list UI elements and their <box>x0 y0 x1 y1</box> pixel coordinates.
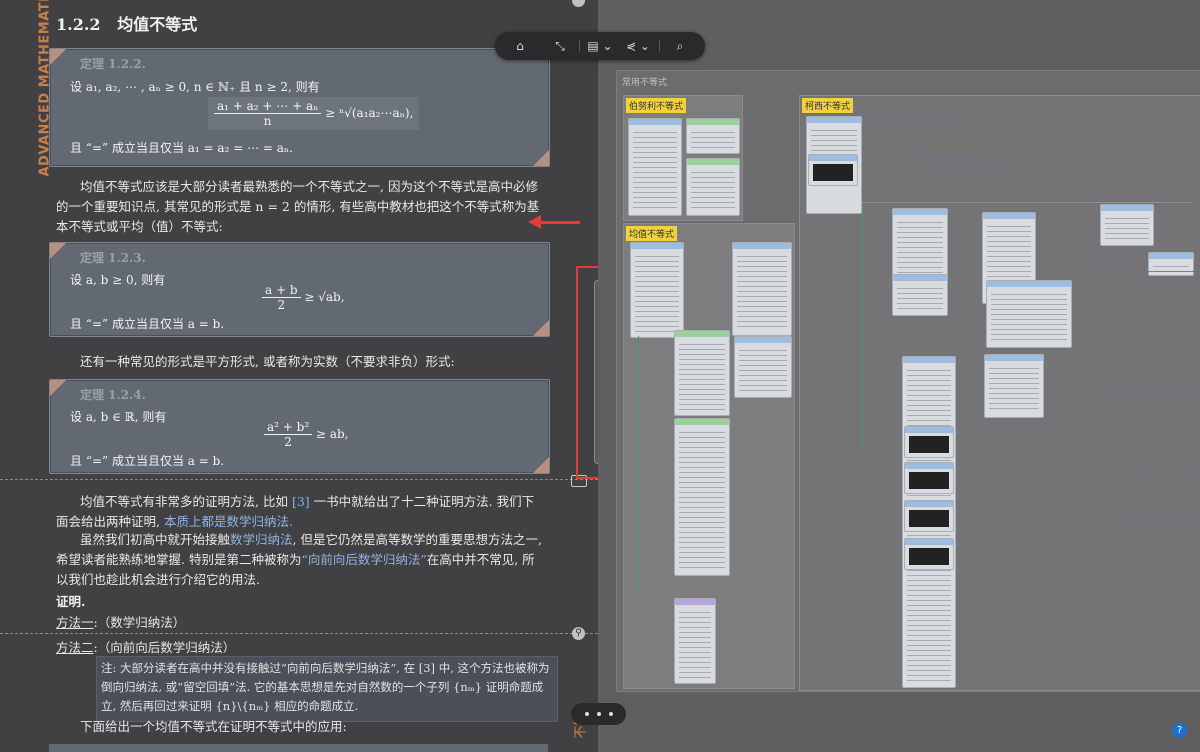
theorem-equality: 且 “=” 成立当且仅当 a₁ = a₂ = ⋯ = aₙ. <box>70 141 293 155</box>
search-icon[interactable]: ⌕ <box>671 37 689 55</box>
citation-link[interactable]: [3] <box>292 494 310 509</box>
theorem-equality: 且 “=” 成立当且仅当 a = b. <box>70 454 225 468</box>
sketch-line <box>877 125 947 126</box>
document-menu-icon[interactable]: ▤ ⌄ <box>587 37 613 55</box>
theorem-equality: 且 “=” 成立当且仅当 a = b. <box>70 317 225 331</box>
note-card[interactable] <box>986 280 1072 348</box>
group-tag: 均值不等式 <box>626 226 678 241</box>
group-tag: 伯努利不等式 <box>626 98 687 113</box>
paragraph: 均值不等式应该是大部分读者最熟悉的一个不等式之一, 因为这个不等式是高中必修的一… <box>56 179 540 234</box>
theorem-box[interactable]: 定理 1.2.2. 设 a₁, a₂, ⋯ , aₙ ≥ 0, n ∈ ℕ₊ 且… <box>49 48 550 167</box>
corner-marker <box>533 150 549 166</box>
corner-marker <box>533 320 549 336</box>
sketch-line <box>917 147 977 148</box>
paragraph: 均值不等式有非常多的证明方法, 比如 [3] 一书中就给出了十二种证明方法. 我… <box>56 494 535 529</box>
note-card[interactable] <box>984 354 1044 418</box>
video-card[interactable] <box>904 426 954 458</box>
theorem-formula: a² + b² 2 ≥ ab, <box>264 420 349 449</box>
note-card[interactable] <box>674 330 730 416</box>
note-card[interactable] <box>686 118 740 154</box>
corner-marker <box>50 49 66 65</box>
corner-marker <box>533 457 549 473</box>
paragraph: 还有一种常见的形式是平方形式, 或者称为实数（不要求非负）形式: <box>80 354 455 369</box>
dot-icon <box>585 712 589 716</box>
note-box: 注: 大部分读者在高中并没有接触过“向前向后数学归纳法”, 在 [3] 中, 这… <box>96 656 558 722</box>
theorem-premise: 设 a, b ≥ 0, 则有 <box>70 273 166 287</box>
highlighted-text: 本质上都是数学归纳法. <box>163 514 293 529</box>
more-options-button[interactable] <box>571 703 626 725</box>
canvas-board[interactable]: 常用不等式 伯努利不等式 均值不等式 柯西不等式 <box>616 70 1200 692</box>
note-card[interactable] <box>674 418 730 576</box>
sketch-line <box>1097 271 1197 272</box>
group-cauchy[interactable]: 柯西不等式 <box>799 95 1200 691</box>
theorem-formula: a₁ + a₂ + ⋯ + aₙ n ≥ ⁿ√(a₁a₂⋯aₙ), <box>208 97 420 130</box>
canvas-pane[interactable]: 常用不等式 伯努利不等式 均值不等式 柯西不等式 ? <box>598 0 1200 752</box>
video-card[interactable] <box>904 538 954 570</box>
paragraph: 下面给出一个均值不等式在证明不等式中的应用: <box>80 719 347 734</box>
sketch-line <box>1137 475 1197 476</box>
page-break <box>0 479 598 480</box>
theorem-formula: a + b2 ≥ √ab, <box>262 283 345 312</box>
sketch-line <box>1117 391 1197 392</box>
corner-marker <box>50 380 66 396</box>
help-button[interactable]: ? <box>1172 723 1187 738</box>
pin-icon[interactable]: ⚲ <box>572 627 585 640</box>
method-two: 方法二:（向前向后数学归纳法） <box>56 640 236 655</box>
annotation-arrow-left <box>528 215 580 229</box>
section-heading: 1.2.2 均值不等式 <box>56 15 198 34</box>
dot-icon <box>609 712 613 716</box>
theorem-premise: 设 a, b ∈ ℝ, 则有 <box>70 410 167 424</box>
note-card[interactable] <box>1100 204 1154 246</box>
connector <box>862 202 863 452</box>
page-break <box>0 633 598 634</box>
floating-toolbar: ⌂ ⤡ ▤ ⌄ ⋞ ⌄ ⌕ <box>495 32 705 60</box>
theorem-label: 定理 1.2.3. <box>80 251 146 265</box>
theorem-box <box>49 744 548 752</box>
theorem-label: 定理 1.2.4. <box>80 388 146 402</box>
note-card[interactable] <box>686 158 740 216</box>
home-icon[interactable]: ⌂ <box>511 37 529 55</box>
video-card[interactable] <box>904 462 954 494</box>
note-card[interactable] <box>674 598 716 684</box>
note-card[interactable] <box>732 242 792 336</box>
paragraph: 虽然我们初高中就开始接触数学归纳法, 但是它仍然是高等数学的重要思想方法之一, … <box>56 532 542 587</box>
method-one: 方法一:（数学归纳法） <box>56 615 186 630</box>
connector <box>638 336 639 590</box>
book-spine-title: ADVANCED MATHEMATIC <box>37 0 53 177</box>
video-card[interactable] <box>904 500 954 532</box>
toolbar-divider <box>579 40 580 52</box>
note-card[interactable] <box>630 242 684 338</box>
group-tag: 柯西不等式 <box>802 98 854 113</box>
note-card[interactable] <box>1148 252 1194 276</box>
sketch-line <box>937 167 1007 168</box>
theorem-box[interactable]: 定理 1.2.4. 设 a, b ∈ ℝ, 则有 a² + b² 2 ≥ ab, … <box>49 379 550 474</box>
mindmap-menu-icon[interactable]: ⋞ ⌄ <box>625 37 651 55</box>
theorem-premise: 设 a₁, a₂, ⋯ , aₙ ≥ 0, n ∈ ℕ₊ 且 n ≥ 2, 则有 <box>70 80 320 94</box>
sketch-line <box>1127 519 1197 520</box>
collapse-icon[interactable]: ⤡ <box>551 37 569 55</box>
highlighted-text: “向前向后数学归纳法” <box>301 552 427 567</box>
theorem-label: 定理 1.2.2. <box>80 57 146 71</box>
pdf-pane[interactable]: ADVANCED MATHEMATIC 1.2.2 均值不等式 定理 1.2.2… <box>0 0 598 752</box>
video-card[interactable] <box>808 154 858 186</box>
group-bernoulli[interactable]: 伯努利不等式 <box>623 95 743 221</box>
note-card[interactable] <box>628 118 682 216</box>
note-card[interactable] <box>892 274 948 316</box>
highlighted-text: 数学归纳法 <box>230 532 293 547</box>
dot-icon <box>597 712 601 716</box>
group-mean[interactable]: 均值不等式 <box>623 223 795 689</box>
theorem-box[interactable]: 定理 1.2.3. 设 a, b ≥ 0, 则有 a + b2 ≥ √ab, 且… <box>49 242 550 337</box>
pin-icon[interactable] <box>572 0 585 7</box>
connector <box>862 202 1192 203</box>
corner-marker <box>50 243 66 259</box>
board-title: 常用不等式 <box>622 78 668 88</box>
proof-heading: 证明. <box>56 594 86 609</box>
note-card[interactable] <box>734 336 792 398</box>
toolbar-divider <box>659 40 660 52</box>
